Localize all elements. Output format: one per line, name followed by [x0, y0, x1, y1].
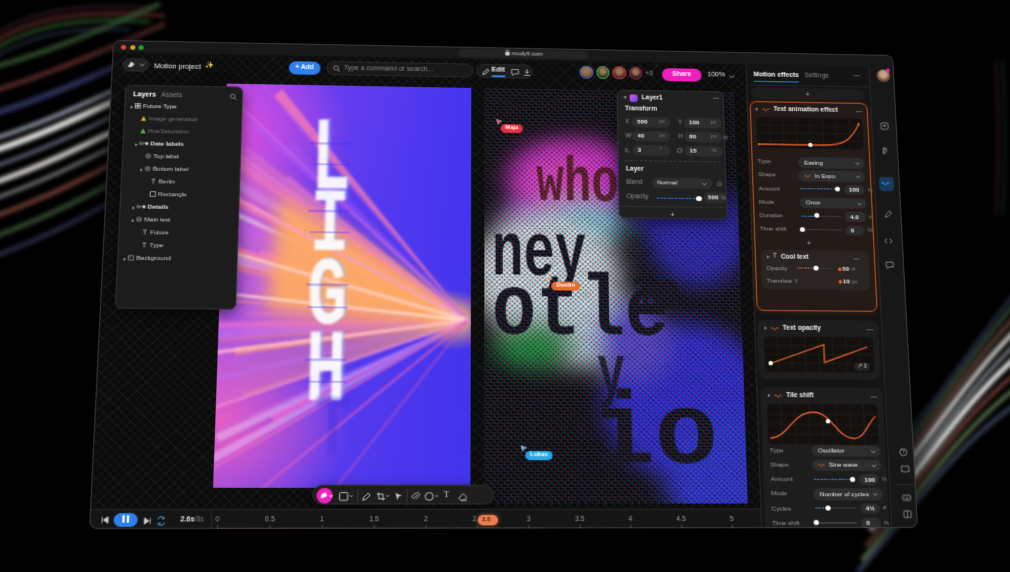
- svg-text:4: 4: [629, 516, 633, 523]
- svg-text:3: 3: [527, 516, 531, 523]
- svg-text:1.5: 1.5: [369, 517, 379, 524]
- svg-text:2: 2: [424, 516, 428, 523]
- svg-text:?: ?: [901, 450, 904, 456]
- svg-text:T: T: [313, 383, 352, 481]
- svg-text:1: 1: [320, 517, 325, 524]
- svg-text:4.5: 4.5: [676, 516, 686, 523]
- svg-text:0.5: 0.5: [265, 517, 275, 524]
- svg-text:0: 0: [215, 517, 220, 524]
- svg-text:3.5: 3.5: [575, 516, 585, 523]
- svg-text:5: 5: [730, 516, 734, 523]
